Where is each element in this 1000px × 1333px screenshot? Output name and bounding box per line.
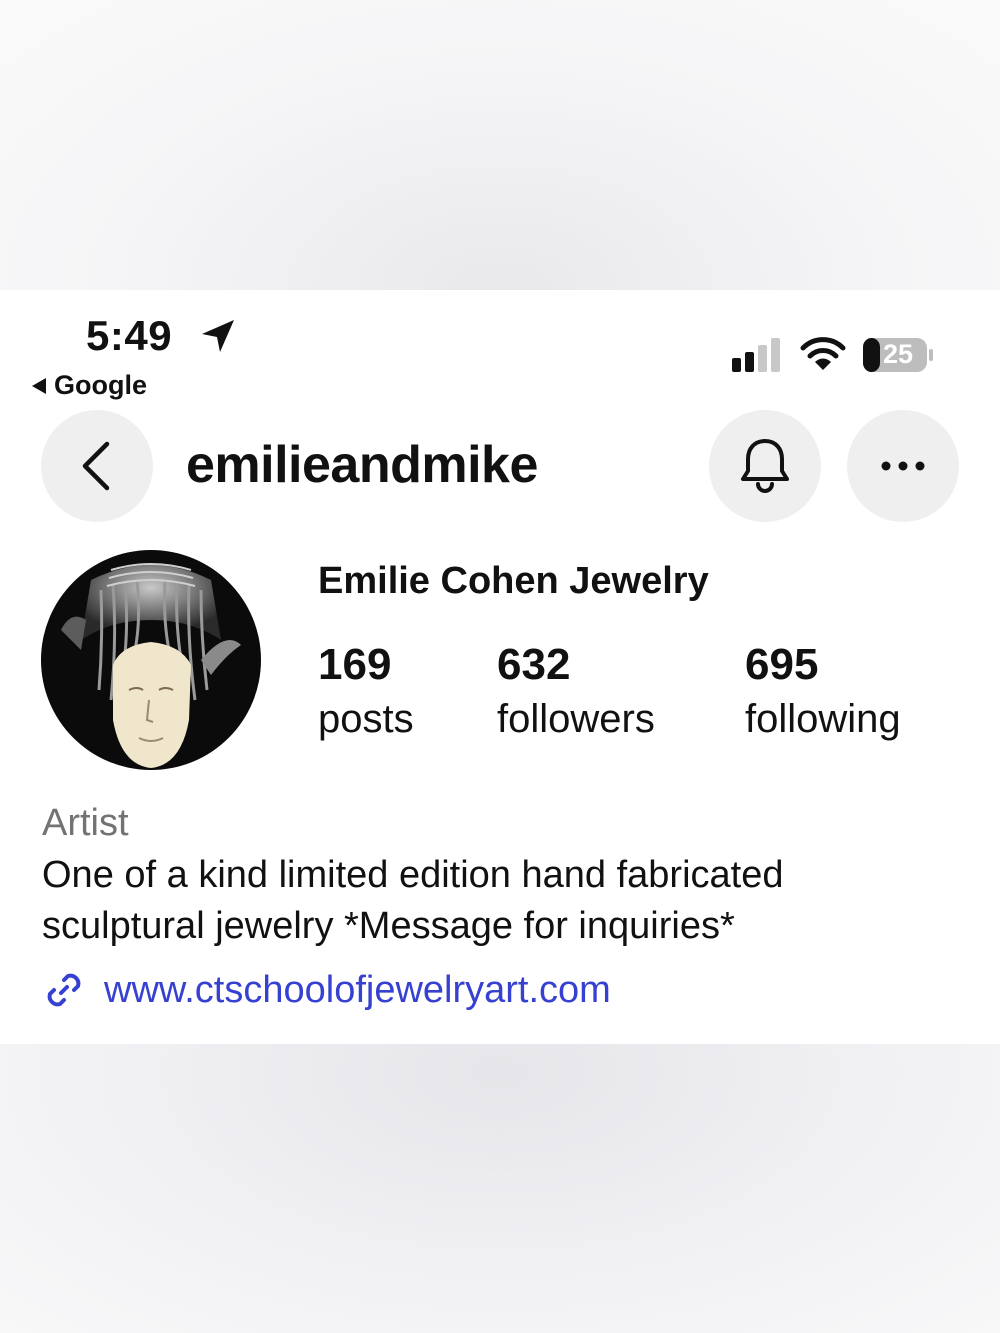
bell-icon <box>741 439 789 493</box>
stat-label: followers <box>497 697 655 741</box>
avatar-image <box>41 550 261 770</box>
stat-value: 632 <box>497 640 571 689</box>
bio-line: One of a kind limited edition hand fabri… <box>42 854 784 896</box>
profile-username: emilieandmike <box>186 436 538 494</box>
stat-label: posts <box>318 697 414 741</box>
signal-icon <box>732 338 780 372</box>
more-options-button[interactable] <box>847 410 959 522</box>
profile-category: Artist <box>42 802 129 844</box>
chevron-left-icon <box>82 441 110 491</box>
battery-indicator: 25 <box>862 337 934 373</box>
blurred-background-bottom <box>0 1044 1000 1333</box>
more-icon <box>881 461 925 471</box>
status-time: 5:49 <box>86 312 173 359</box>
wifi-icon <box>800 337 846 370</box>
stat-following[interactable]: 695 following <box>745 638 901 746</box>
display-name: Emilie Cohen Jewelry <box>318 560 709 602</box>
stat-followers[interactable]: 632 followers <box>497 638 655 746</box>
profile-card: 5:49 Google 25 emilieandmike Emilie Cohe… <box>0 290 1000 1044</box>
back-app-label: Google <box>54 370 147 400</box>
profile-avatar[interactable] <box>41 550 261 770</box>
blurred-background-top <box>0 0 1000 290</box>
back-button[interactable] <box>41 410 153 522</box>
back-to-app-link[interactable]: Google <box>32 370 147 401</box>
battery-level: 25 <box>882 339 914 369</box>
back-triangle-icon <box>32 377 46 394</box>
stat-value: 169 <box>318 640 392 689</box>
notifications-button[interactable] <box>709 410 821 522</box>
location-arrow-icon <box>202 320 234 352</box>
stat-value: 695 <box>745 640 819 689</box>
profile-link[interactable]: www.ctschoolofjewelryart.com <box>42 968 611 1012</box>
link-icon <box>47 973 81 1007</box>
stat-posts[interactable]: 169 posts <box>318 638 414 746</box>
profile-bio: One of a kind limited edition hand fabri… <box>42 850 962 952</box>
stat-label: following <box>745 697 901 741</box>
link-text[interactable]: www.ctschoolofjewelryart.com <box>104 969 611 1012</box>
bio-line: sculptural jewelry *Message for inquirie… <box>42 905 735 947</box>
